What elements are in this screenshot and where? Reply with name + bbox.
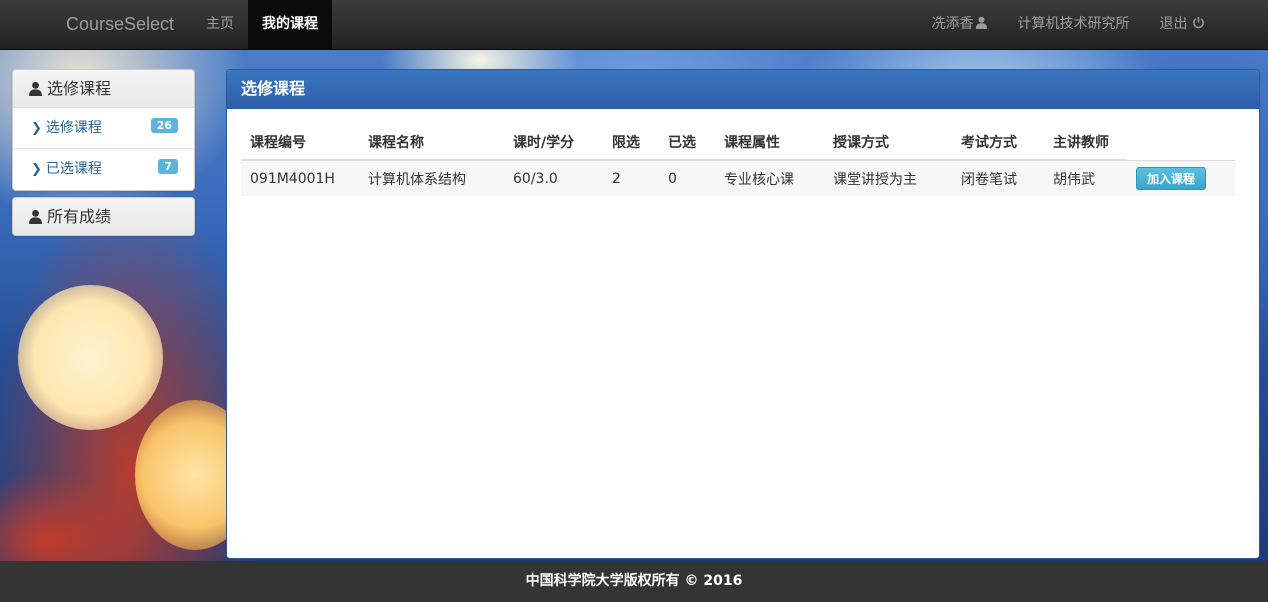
column-header-action: [1127, 125, 1235, 161]
user-name: 冼添香: [931, 16, 974, 32]
top-navbar: CourseSelect 主页 我的课程 冼添香 计算机技术研究所 退出: [0, 0, 1268, 50]
column-header: 课程编号: [241, 125, 359, 161]
chevron-right-icon: ❯: [31, 121, 42, 136]
power-icon: [1192, 16, 1205, 32]
count-badge: 26: [150, 118, 178, 133]
cell-teaching-method: 课堂讲授为主: [824, 160, 952, 196]
chevron-right-icon: ❯: [31, 162, 42, 177]
column-header: 已选: [659, 125, 715, 161]
column-header: 授课方式: [824, 125, 952, 161]
course-panel: 选修课程 课程编号 课程名称 课时/学分 限选 已选 课程属性 授课方式 考试方…: [226, 69, 1260, 559]
column-header: 课程名称: [359, 125, 504, 161]
sidebar-item-selected[interactable]: ❯ 已选课程 7: [13, 149, 194, 190]
brand-link[interactable]: CourseSelect: [66, 14, 174, 35]
sidebar: 选修课程 ❯ 选修课程 26 ❯ 已选课程 7 所有成绩: [12, 69, 195, 236]
sidebar-item-label: 已选课程: [45, 161, 102, 177]
course-table: 课程编号 课程名称 课时/学分 限选 已选 课程属性 授课方式 考试方式 主讲教…: [241, 125, 1235, 196]
sidebar-heading-elective[interactable]: 选修课程: [13, 70, 194, 108]
cell-name: 计算机体系结构: [359, 160, 504, 196]
count-badge: 7: [158, 159, 178, 174]
cell-teacher: 胡伟武: [1044, 160, 1127, 196]
nav-home[interactable]: 主页: [192, 0, 248, 50]
user-icon: [975, 1, 988, 49]
cell-attribute: 专业核心课: [715, 160, 824, 196]
cell-action: 加入课程: [1127, 160, 1235, 196]
cell-hours-credits: 60/3.0: [504, 160, 603, 196]
nav-my-courses[interactable]: 我的课程: [248, 0, 332, 50]
nav-department[interactable]: 计算机技术研究所: [1003, 0, 1145, 50]
logout-label: 退出: [1159, 16, 1188, 32]
column-header: 课时/学分: [504, 125, 603, 161]
cell-selected: 0: [659, 160, 715, 196]
column-header: 限选: [603, 125, 659, 161]
sidebar-heading-grades[interactable]: 所有成绩: [13, 198, 194, 235]
sidebar-item-label: 选修课程: [45, 120, 102, 136]
cell-exam-method: 闭卷笔试: [952, 160, 1044, 196]
nav-left: 主页 我的课程: [192, 0, 332, 50]
panel-title: 选修课程: [227, 70, 1259, 109]
column-header: 课程属性: [715, 125, 824, 161]
column-header: 考试方式: [952, 125, 1044, 161]
nav-logout[interactable]: 退出: [1145, 0, 1220, 50]
table-row: 091M4001H 计算机体系结构 60/3.0 2 0 专业核心课 课堂讲授为…: [241, 160, 1235, 196]
sidebar-item-elective[interactable]: ❯ 选修课程 26: [13, 108, 194, 149]
cell-code: 091M4001H: [241, 160, 359, 196]
nav-right: 冼添香 计算机技术研究所 退出: [917, 0, 1220, 50]
column-header: 主讲教师: [1044, 125, 1127, 161]
sidebar-heading-label: 选修课程: [47, 79, 112, 98]
sidebar-heading-label: 所有成绩: [47, 207, 112, 226]
user-icon: [28, 79, 47, 98]
sidebar-panel-grades: 所有成绩: [12, 197, 195, 236]
cell-limit: 2: [603, 160, 659, 196]
footer: 中国科学院大学版权所有 © 2016: [0, 561, 1268, 602]
sidebar-panel-courses: 选修课程 ❯ 选修课程 26 ❯ 已选课程 7: [12, 69, 195, 191]
nav-user[interactable]: 冼添香: [917, 0, 1003, 50]
user-icon: [28, 207, 47, 226]
table-header-row: 课程编号 课程名称 课时/学分 限选 已选 课程属性 授课方式 考试方式 主讲教…: [241, 125, 1235, 161]
add-course-button[interactable]: 加入课程: [1136, 166, 1207, 190]
